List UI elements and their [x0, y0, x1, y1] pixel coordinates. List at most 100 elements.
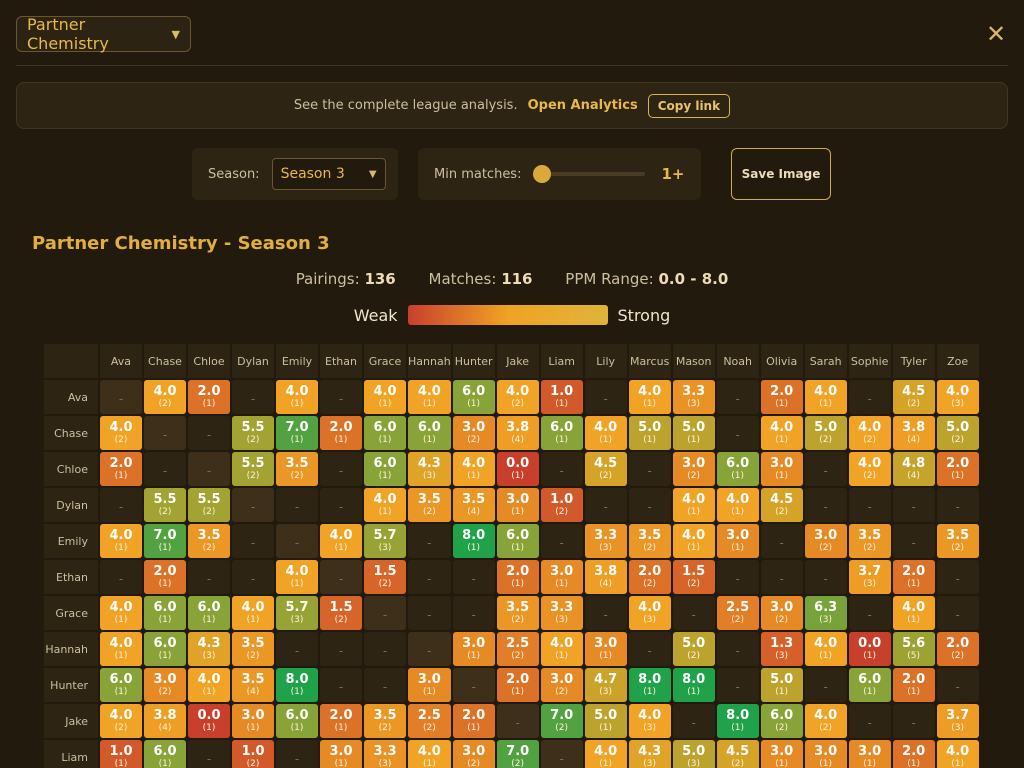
- matrix-cell[interactable]: -: [672, 596, 715, 630]
- matrix-cell[interactable]: 4.0 (2): [100, 704, 142, 738]
- matrix-cell[interactable]: 5.6 (5): [892, 632, 935, 666]
- matrix-cell[interactable]: 7.0 (1): [276, 416, 318, 450]
- matrix-cell[interactable]: -: [936, 488, 979, 522]
- matrix-cell[interactable]: 1.5 (2): [320, 596, 362, 630]
- matrix-cell[interactable]: -: [364, 668, 406, 702]
- matrix-cell[interactable]: 2.0 (1): [100, 452, 142, 486]
- matrix-cell[interactable]: 0.0 (1): [848, 632, 891, 666]
- matrix-cell[interactable]: 1.0 (1): [540, 380, 583, 414]
- matrix-cell[interactable]: 7.0 (2): [496, 740, 539, 768]
- matrix-cell[interactable]: -: [232, 380, 274, 414]
- matrix-cell[interactable]: 8.0 (1): [628, 668, 671, 702]
- matrix-cell[interactable]: 2.0 (1): [452, 704, 495, 738]
- matrix-cell[interactable]: 3.0 (2): [144, 668, 186, 702]
- matrix-cell[interactable]: 2.5 (2): [716, 596, 759, 630]
- matrix-cell[interactable]: -: [892, 488, 935, 522]
- matrix-cell[interactable]: 3.0 (1): [760, 740, 803, 768]
- matrix-cell[interactable]: 5.0 (2): [936, 416, 979, 450]
- matrix-cell[interactable]: 1.3 (3): [760, 632, 803, 666]
- matrix-cell[interactable]: 8.0 (1): [276, 668, 318, 702]
- matrix-cell[interactable]: -: [628, 632, 671, 666]
- matrix-cell[interactable]: 8.0 (1): [452, 524, 495, 558]
- matrix-cell[interactable]: -: [936, 560, 979, 594]
- close-icon[interactable]: ✕: [984, 22, 1008, 46]
- matrix-cell[interactable]: 1.0 (2): [232, 740, 274, 768]
- matrix-cell[interactable]: -: [716, 560, 759, 594]
- matrix-cell[interactable]: 2.0 (1): [496, 668, 539, 702]
- matrix-cell[interactable]: 3.5 (2): [496, 596, 539, 630]
- save-image-button[interactable]: Save Image: [731, 148, 831, 200]
- matrix-cell[interactable]: 5.0 (2): [672, 632, 715, 666]
- matrix-cell[interactable]: 6.0 (1): [496, 524, 539, 558]
- matrix-cell[interactable]: 6.0 (1): [364, 452, 406, 486]
- matrix-cell[interactable]: 5.0 (2): [804, 416, 847, 450]
- matrix-cell[interactable]: -: [628, 488, 671, 522]
- matrix-cell[interactable]: -: [408, 596, 451, 630]
- matrix-cell[interactable]: 6.0 (1): [276, 704, 318, 738]
- matrix-cell[interactable]: 4.0 (1): [716, 488, 759, 522]
- matrix-cell[interactable]: 2.0 (2): [936, 632, 979, 666]
- matrix-cell[interactable]: -: [936, 668, 979, 702]
- matrix-cell[interactable]: -: [804, 560, 847, 594]
- matrix-cell[interactable]: -: [320, 668, 362, 702]
- matrix-cell[interactable]: 5.5 (2): [144, 488, 186, 522]
- matrix-cell[interactable]: 3.3 (3): [540, 596, 583, 630]
- matrix-cell[interactable]: 2.0 (1): [320, 704, 362, 738]
- matrix-cell[interactable]: 5.5 (2): [232, 416, 274, 450]
- matrix-cell[interactable]: 5.0 (1): [584, 704, 627, 738]
- matrix-cell[interactable]: 4.0 (1): [100, 632, 142, 666]
- matrix-cell[interactable]: 4.0 (1): [320, 524, 362, 558]
- matrix-cell[interactable]: 3.3 (3): [364, 740, 406, 768]
- matrix-cell[interactable]: 4.0 (2): [496, 380, 539, 414]
- matrix-cell[interactable]: 3.0 (1): [452, 632, 495, 666]
- matrix-cell[interactable]: -: [276, 488, 318, 522]
- matrix-cell[interactable]: 4.0 (3): [628, 704, 671, 738]
- matrix-cell[interactable]: 1.5 (2): [364, 560, 406, 594]
- matrix-cell[interactable]: 4.0 (3): [628, 596, 671, 630]
- matrix-cell[interactable]: -: [408, 560, 451, 594]
- matrix-cell[interactable]: 4.0 (1): [804, 632, 847, 666]
- matrix-cell[interactable]: 4.0 (1): [804, 380, 847, 414]
- matrix-cell[interactable]: 5.0 (1): [628, 416, 671, 450]
- matrix-cell[interactable]: 3.0 (1): [804, 740, 847, 768]
- matrix-cell[interactable]: 6.0 (1): [452, 380, 495, 414]
- matrix-cell[interactable]: 4.0 (1): [232, 596, 274, 630]
- matrix-cell[interactable]: -: [320, 380, 362, 414]
- matrix-cell[interactable]: 3.8 (4): [144, 704, 186, 738]
- matrix-cell[interactable]: 4.0 (1): [408, 740, 451, 768]
- matrix-cell[interactable]: 2.0 (1): [892, 740, 935, 768]
- matrix-cell[interactable]: -: [188, 560, 230, 594]
- matrix-cell[interactable]: 3.3 (3): [584, 524, 627, 558]
- matrix-cell[interactable]: -: [276, 740, 318, 768]
- matrix-cell[interactable]: -: [540, 524, 583, 558]
- matrix-cell[interactable]: -: [144, 452, 186, 486]
- matrix-cell[interactable]: 3.0 (2): [760, 596, 803, 630]
- matrix-cell[interactable]: 3.5 (2): [936, 524, 979, 558]
- matrix-cell[interactable]: 5.0 (3): [672, 740, 715, 768]
- matrix-cell[interactable]: -: [848, 596, 891, 630]
- matrix-cell[interactable]: 6.0 (1): [716, 452, 759, 486]
- matrix-cell[interactable]: 8.0 (1): [672, 668, 715, 702]
- matrix-cell[interactable]: 3.5 (2): [848, 524, 891, 558]
- matrix-cell[interactable]: -: [188, 416, 230, 450]
- matrix-cell[interactable]: 3.7 (3): [936, 704, 979, 738]
- matrix-cell[interactable]: 2.0 (1): [496, 560, 539, 594]
- matrix-cell[interactable]: -: [892, 524, 935, 558]
- matrix-cell[interactable]: -: [760, 524, 803, 558]
- matrix-cell[interactable]: -: [320, 452, 362, 486]
- matrix-cell[interactable]: 3.5 (2): [628, 524, 671, 558]
- matrix-cell[interactable]: -: [100, 488, 142, 522]
- matrix-cell[interactable]: 3.0 (1): [408, 668, 451, 702]
- matrix-cell[interactable]: 4.0 (1): [892, 596, 935, 630]
- matrix-cell[interactable]: 6.0 (2): [760, 704, 803, 738]
- matrix-cell[interactable]: -: [936, 596, 979, 630]
- matrix-cell[interactable]: 3.5 (4): [452, 488, 495, 522]
- matrix-cell[interactable]: -: [848, 704, 891, 738]
- matrix-cell[interactable]: -: [760, 560, 803, 594]
- matrix-cell[interactable]: 7.0 (2): [540, 704, 583, 738]
- matrix-cell[interactable]: 5.0 (1): [672, 416, 715, 450]
- matrix-cell[interactable]: 2.0 (1): [892, 668, 935, 702]
- matrix-cell[interactable]: 4.5 (2): [760, 488, 803, 522]
- matrix-cell[interactable]: 4.0 (2): [848, 416, 891, 450]
- matrix-cell[interactable]: 4.5 (2): [584, 452, 627, 486]
